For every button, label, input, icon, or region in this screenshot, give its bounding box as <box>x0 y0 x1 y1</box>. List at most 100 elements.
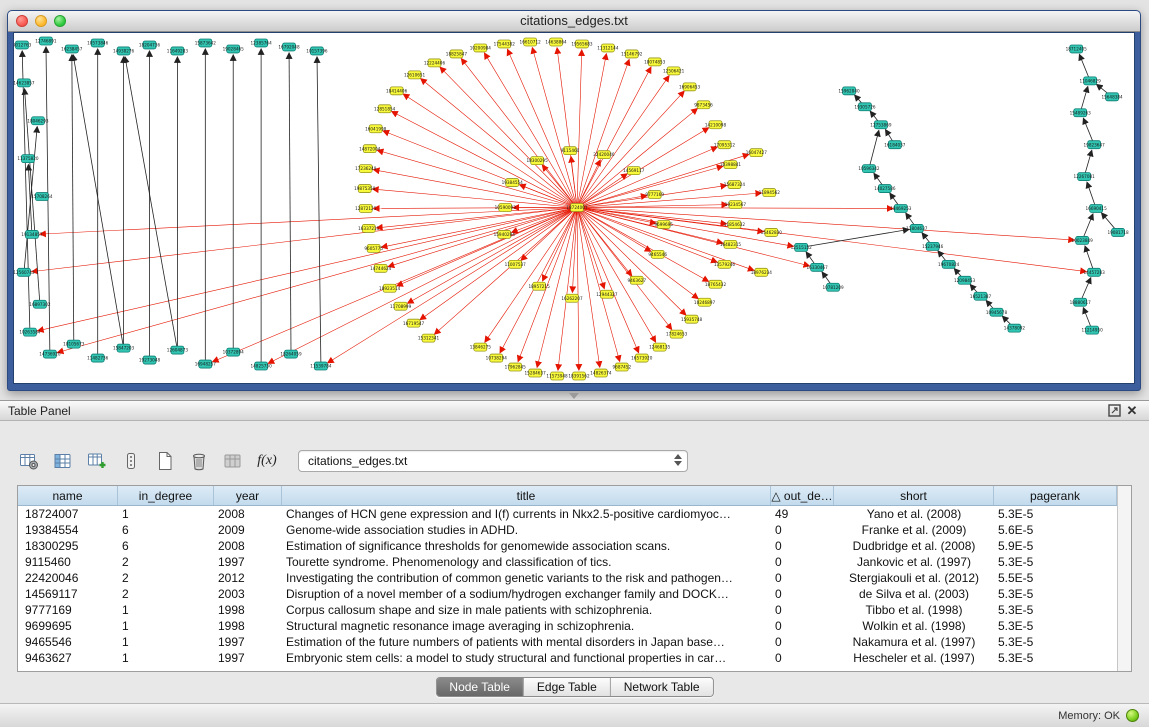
graph-edge[interactable] <box>383 131 577 208</box>
graph-node-label: 10246897 <box>694 300 716 305</box>
graph-node-label: 22420046 <box>593 152 615 157</box>
table-cell: 2 <box>118 570 214 586</box>
table-row[interactable]: 969969511998Structural magnetic resonanc… <box>18 618 1117 634</box>
graph-node-label: 10263584 <box>19 330 41 335</box>
table-cell: Dudbridge et al. (2008) <box>834 538 994 554</box>
graph-node-label: 14027586 <box>874 186 896 191</box>
graph-edge[interactable] <box>32 208 577 272</box>
show-columns-icon[interactable] <box>48 448 78 475</box>
create-column-icon[interactable] <box>82 448 112 475</box>
graph-edge[interactable] <box>374 208 577 209</box>
graph-edge[interactable] <box>801 229 909 247</box>
graph-edge[interactable] <box>435 208 577 335</box>
graph-edge[interactable] <box>577 208 709 282</box>
graph-edge[interactable] <box>577 54 606 208</box>
graph-edge[interactable] <box>577 208 620 362</box>
graph-edge[interactable] <box>577 208 579 371</box>
column-header-pagerank[interactable]: pagerank <box>994 486 1117 505</box>
table-row[interactable]: 1938455462009Genome-wide association stu… <box>18 522 1117 538</box>
graph-node-label: 11573948 <box>546 374 568 379</box>
graph-edge[interactable] <box>577 205 727 208</box>
graph-edge[interactable] <box>382 208 577 248</box>
graph-node-label: 16262207 <box>561 296 583 301</box>
graph-edge[interactable] <box>577 208 604 289</box>
graph-edge[interactable] <box>577 166 723 207</box>
graph-node-label: 19028465 <box>223 47 245 52</box>
tab-node-table[interactable]: Node Table <box>436 678 524 696</box>
column-header-out_de[interactable]: △ out_de… <box>771 486 834 505</box>
graph-node-label: 10573846 <box>87 41 109 46</box>
table-toolbar: f(x) citations_edges.txt <box>14 446 688 476</box>
graph-edge[interactable] <box>403 94 577 207</box>
tab-edge-table[interactable]: Edge Table <box>524 678 611 696</box>
table-row[interactable]: 946554611997Estimation of the future num… <box>18 634 1117 650</box>
graph-node-label: 18765432 <box>705 282 727 287</box>
graph-edge[interactable] <box>577 208 698 299</box>
column-header-short[interactable]: short <box>834 486 994 505</box>
graph-edge[interactable] <box>484 53 577 207</box>
import-table-icon[interactable] <box>218 448 248 475</box>
delete-table-icon[interactable] <box>184 448 214 475</box>
graph-node-label: 10157396 <box>306 49 328 54</box>
graph-node-label: 16041998 <box>365 126 387 131</box>
tab-network-table[interactable]: Network Table <box>611 678 713 696</box>
graph-node-label: 16719547 <box>403 321 425 326</box>
float-panel-icon[interactable] <box>1105 403 1123 419</box>
network-canvas[interactable]: 1872400719384554183002959115460224200461… <box>13 32 1135 384</box>
table-row[interactable]: 1830029562008Estimation of significance … <box>18 538 1117 554</box>
graph-edge[interactable] <box>577 208 1074 241</box>
graph-edge[interactable] <box>577 50 582 208</box>
table-row[interactable]: 1872400712008Changes of HCN gene express… <box>18 506 1117 522</box>
graph-edge[interactable] <box>577 60 629 208</box>
table-row[interactable]: 911546021997Tourette syndrome. Phenomeno… <box>18 554 1117 570</box>
graph-edge[interactable] <box>557 48 577 208</box>
graph-node-label: 13846275 <box>470 345 492 350</box>
close-panel-icon[interactable]: ✕ <box>1123 403 1141 419</box>
graph-node-label: 12267081 <box>1074 174 1096 179</box>
table-row[interactable]: 1456911722003Disruption of a novel membe… <box>18 586 1117 602</box>
table-mode-icon[interactable] <box>14 448 44 475</box>
graph-edge[interactable] <box>869 131 879 169</box>
table-row[interactable]: 2242004622012Investigating the contribut… <box>18 570 1117 586</box>
row-height-icon[interactable] <box>116 448 146 475</box>
graph-edge[interactable] <box>421 79 577 208</box>
graph-edge[interactable] <box>317 57 321 366</box>
window-titlebar[interactable]: citations_edges.txt <box>8 11 1140 32</box>
memory-status-led-icon <box>1126 709 1139 722</box>
window-title: citations_edges.txt <box>8 11 1140 31</box>
graph-edge[interactable] <box>577 67 651 207</box>
graph-edge[interactable] <box>577 91 684 207</box>
table-vertical-scrollbar[interactable] <box>1117 486 1131 671</box>
table-row[interactable]: 977716911998Corpus callosum shape and si… <box>18 602 1117 618</box>
graph-edge[interactable] <box>28 165 32 235</box>
column-header-title[interactable]: title <box>282 486 771 505</box>
graph-edge[interactable] <box>577 208 656 342</box>
graph-edge[interactable] <box>577 208 1086 272</box>
table-cell: 2003 <box>214 586 282 602</box>
graph-edge[interactable] <box>577 174 627 208</box>
graph-edge[interactable] <box>22 51 30 332</box>
graph-node-label: 16948257 <box>195 362 217 367</box>
function-builder-icon[interactable]: f(x) <box>252 448 282 475</box>
table-cell: 1998 <box>214 602 282 618</box>
zoom-button[interactable] <box>54 15 66 27</box>
graph-edge[interactable] <box>125 57 177 350</box>
minimize-button[interactable] <box>35 15 47 27</box>
graph-edge[interactable] <box>289 53 291 354</box>
column-header-name[interactable]: name <box>18 486 118 505</box>
graph-edge[interactable] <box>38 208 577 331</box>
graph-edge[interactable] <box>374 170 577 208</box>
column-header-year[interactable]: year <box>214 486 282 505</box>
graph-edge[interactable] <box>532 48 577 208</box>
graph-edge[interactable] <box>572 208 577 293</box>
new-table-icon[interactable] <box>150 448 180 475</box>
network-graph[interactable]: 1872400719384554183002959115460224200461… <box>14 33 1134 383</box>
graph-edge[interactable] <box>73 55 123 348</box>
column-header-in_degree[interactable]: in_degree <box>118 486 214 505</box>
table-select-combo[interactable]: citations_edges.txt <box>298 450 688 472</box>
graph-edge[interactable] <box>388 208 577 267</box>
table-row[interactable]: 946362711997Embryonic stem cells: a mode… <box>18 650 1117 666</box>
graph-edge[interactable] <box>72 55 74 344</box>
close-button[interactable] <box>16 15 28 27</box>
panel-resize-handle[interactable] <box>560 392 588 400</box>
